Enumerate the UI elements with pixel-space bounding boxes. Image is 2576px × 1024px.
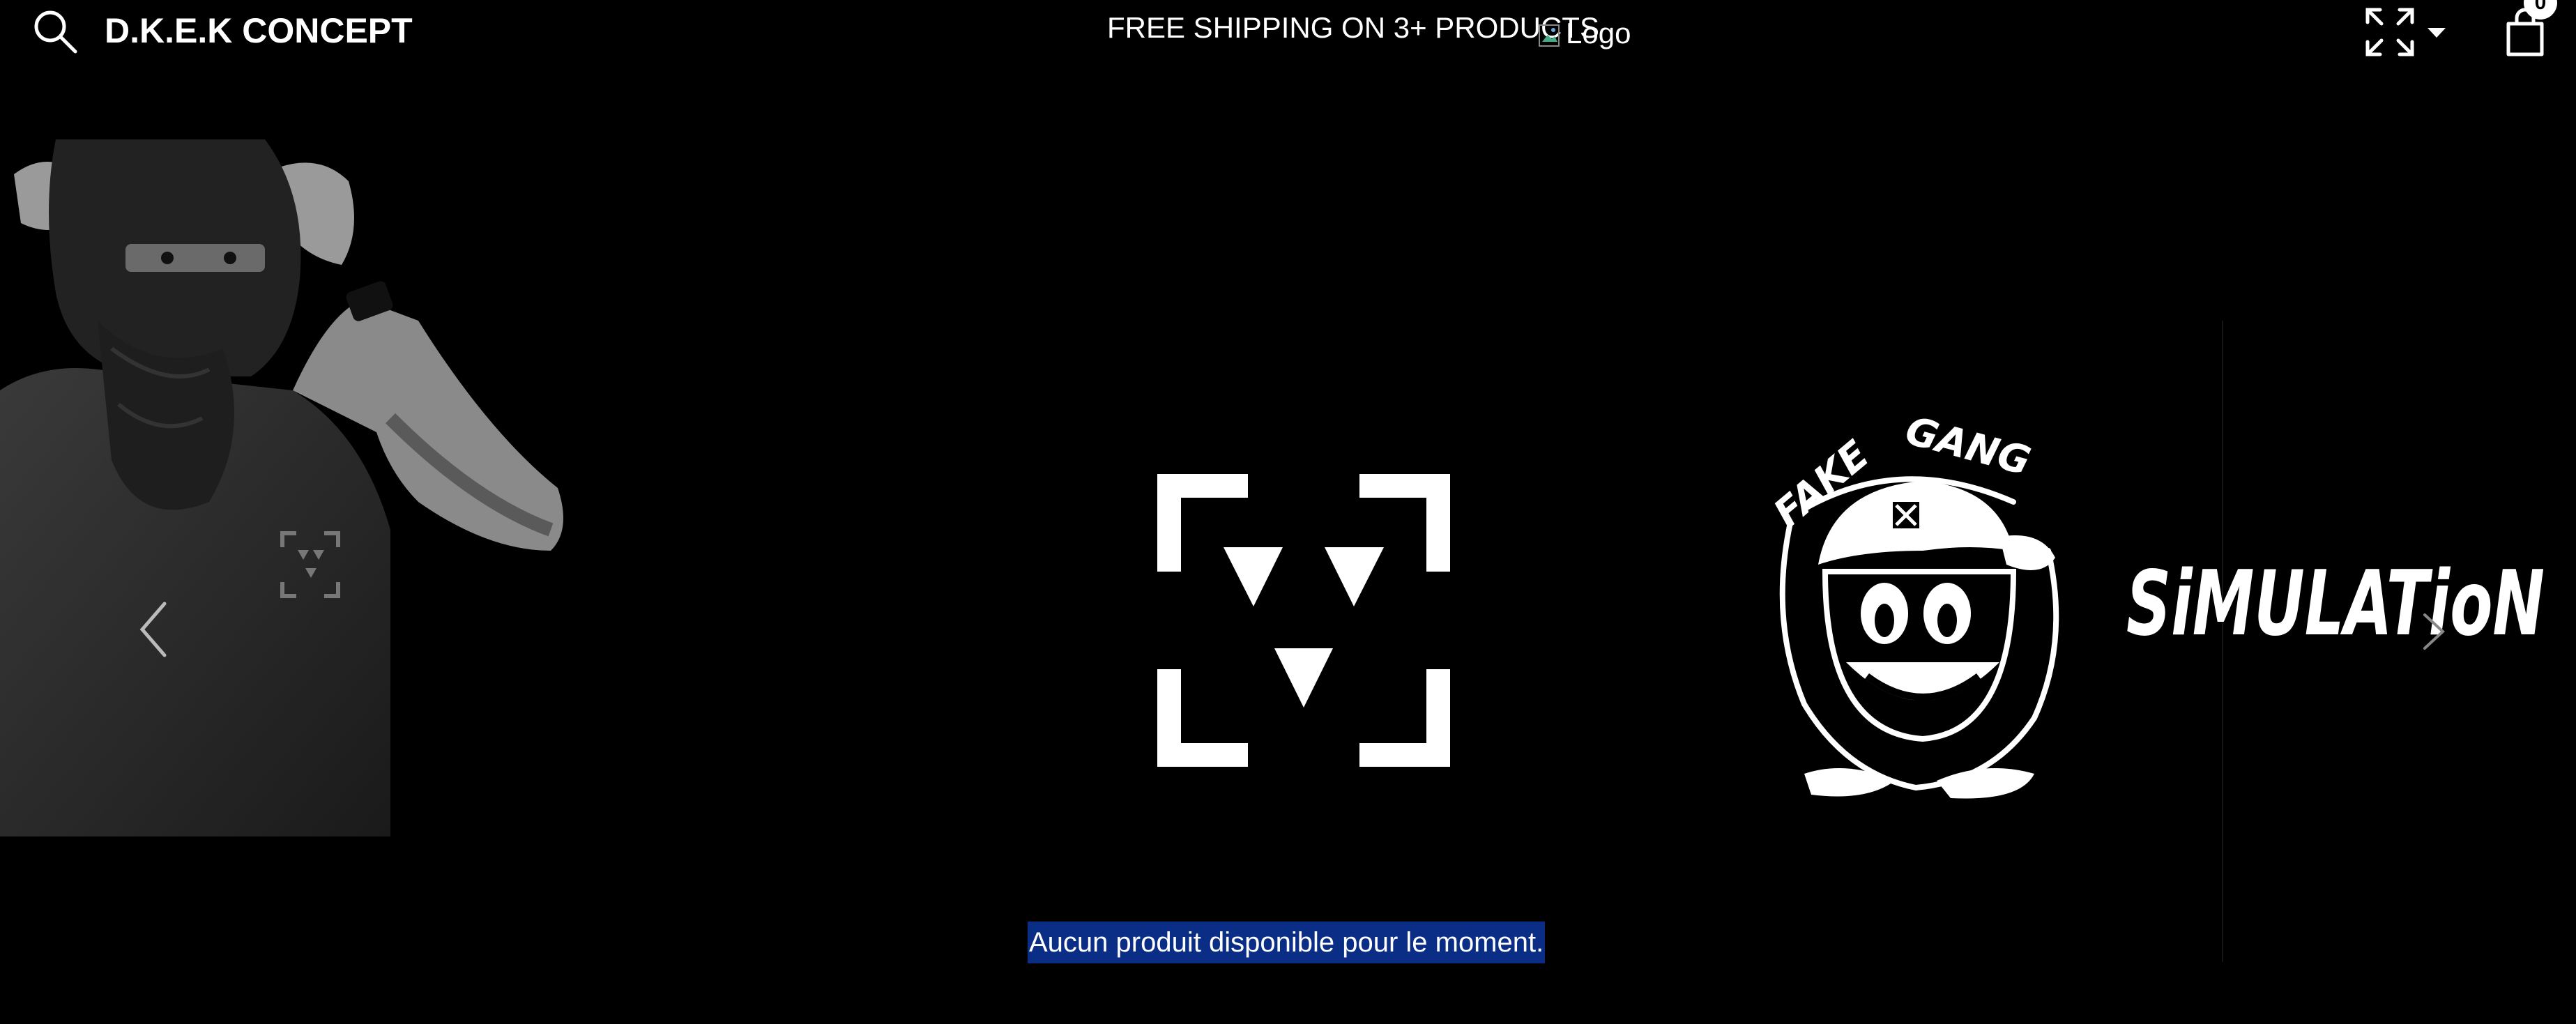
brand-name[interactable]: D.K.E.K CONCEPT — [105, 8, 413, 53]
search-icon — [34, 10, 77, 54]
expand-button[interactable] — [2363, 6, 2416, 59]
hero-slider[interactable]: FAKE GANG SiMULATioN — [0, 139, 2576, 962]
site-header: D.K.E.K CONCEPT FREE SHIPPING ON 3+ PROD… — [0, 0, 2576, 70]
expand-icon — [2365, 8, 2414, 56]
announcement-bar: FREE SHIPPING ON 3+ PRODUCTS — [1107, 11, 1599, 44]
slide-person-photo — [0, 139, 572, 836]
slide-fake-gang-logo: FAKE GANG — [1762, 408, 2069, 816]
slide-dkek-logo — [1157, 474, 1450, 767]
slide-simulation-logo: SiMULATioN — [2119, 544, 2552, 669]
svg-text:GANG: GANG — [1900, 411, 2035, 484]
logo-alt-text: Logo — [1566, 17, 1631, 49]
page: D.K.E.K CONCEPT FREE SHIPPING ON 3+ PROD… — [0, 0, 2576, 1024]
svg-text:SiMULATioN: SiMULATioN — [2126, 552, 2545, 656]
search-button[interactable] — [31, 7, 81, 57]
logo-image[interactable]: Logo — [1538, 14, 1631, 53]
empty-products-message: Aucun produit disponible pour le moment. — [1028, 922, 1546, 963]
chevron-right-icon — [2423, 613, 2445, 650]
caret-down-icon — [2428, 28, 2446, 38]
broken-image-icon — [1538, 20, 1563, 47]
slider-prev-button[interactable] — [137, 599, 172, 659]
account-dropdown-toggle[interactable] — [2425, 25, 2448, 42]
slider-next-button[interactable] — [2416, 611, 2451, 652]
chevron-left-icon — [139, 602, 167, 657]
